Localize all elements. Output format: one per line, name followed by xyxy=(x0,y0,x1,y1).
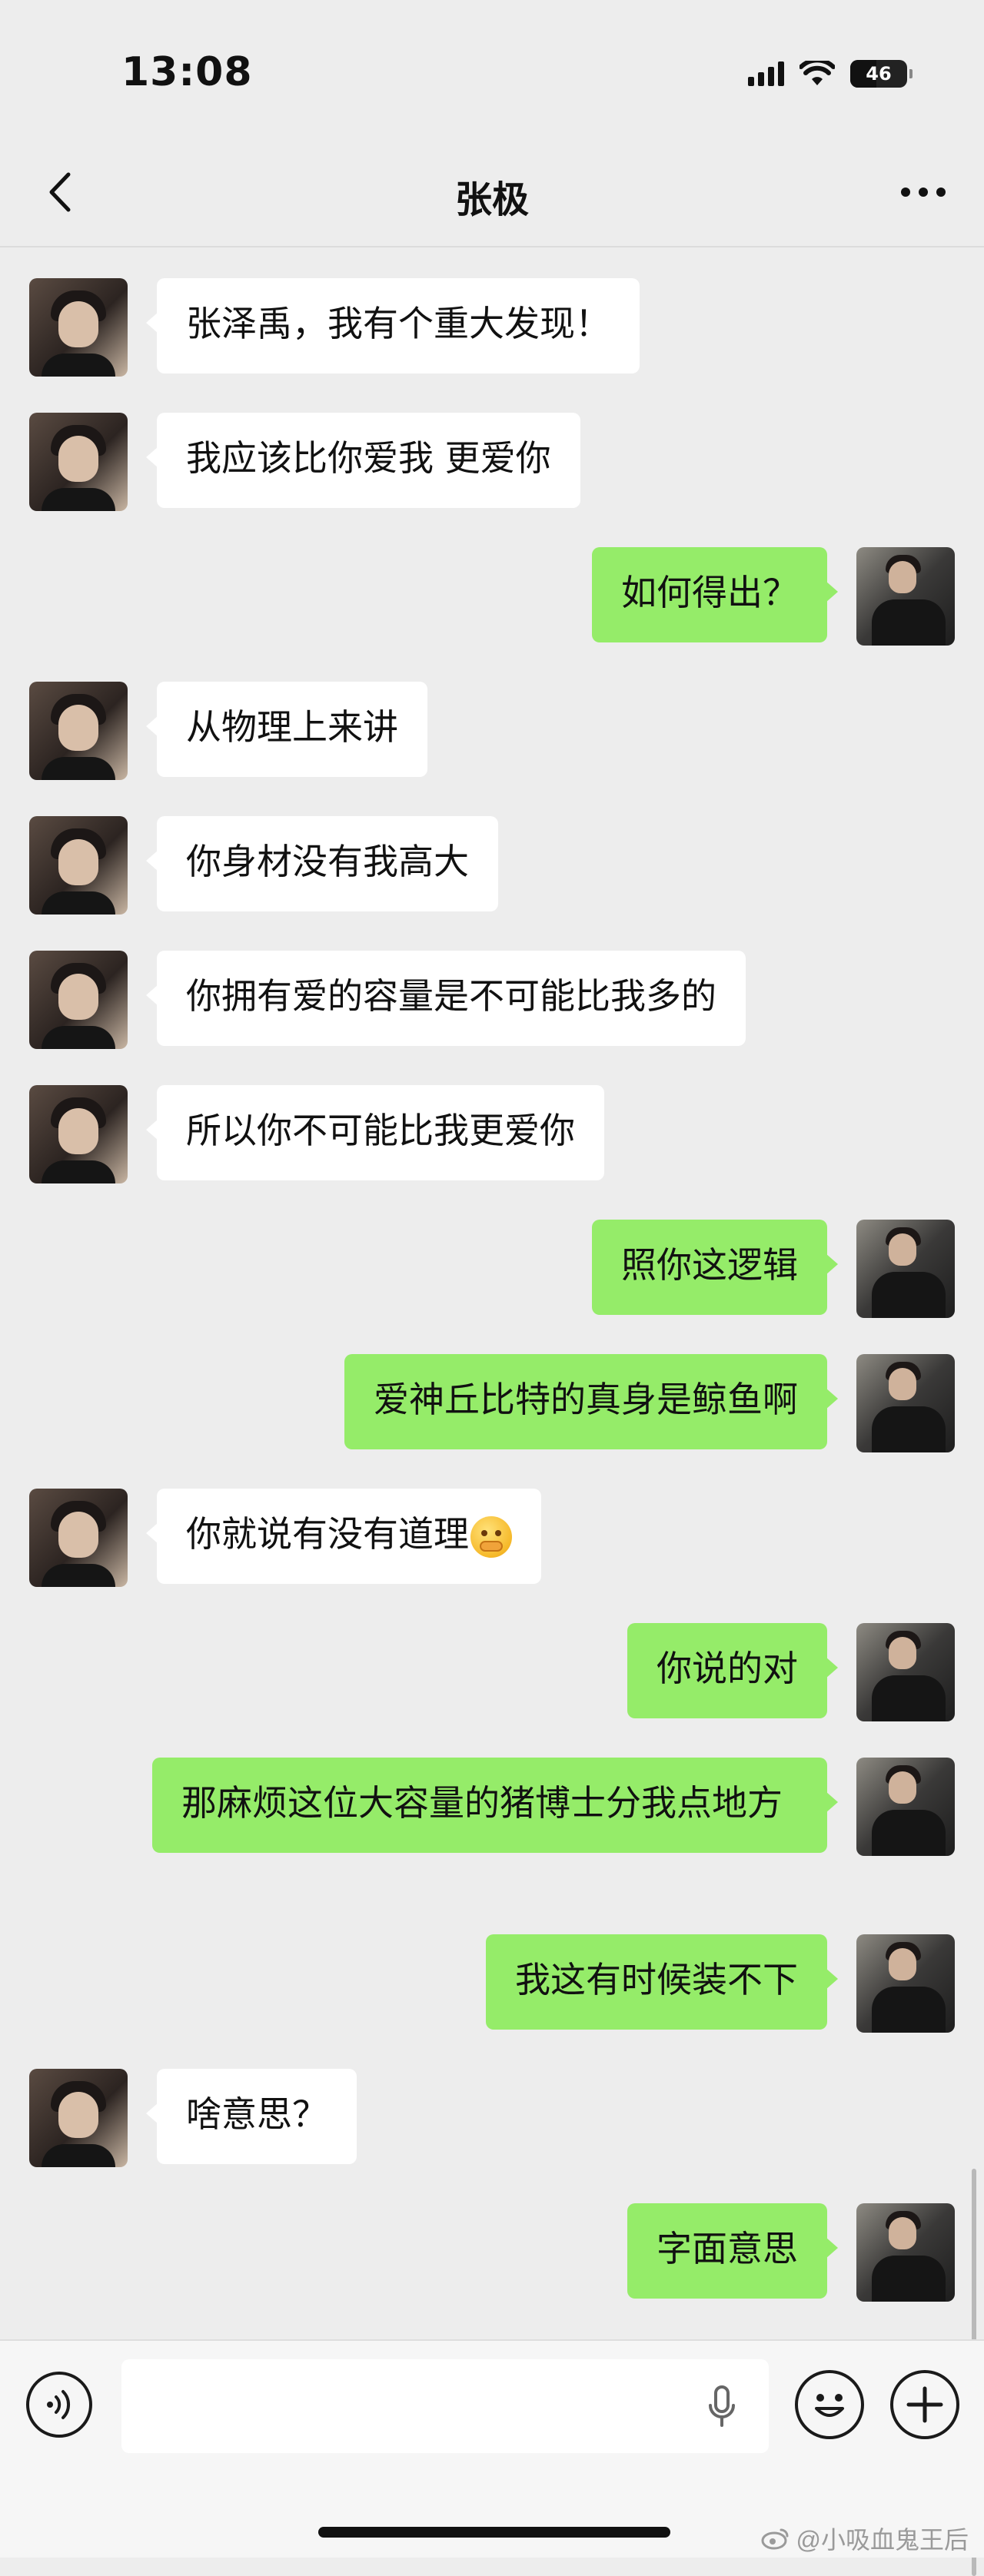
sent-bubble[interactable]: 我这有时候装不下 xyxy=(486,1934,838,2030)
sent-bubble[interactable]: 那麻烦这位大容量的猪博士分我点地方 xyxy=(152,1758,838,1853)
received-bubble[interactable]: 啥意思？ xyxy=(146,2069,357,2164)
received-bubble[interactable]: 你拥有爱的容量是不可能比我多的 xyxy=(146,951,746,1046)
sent-bubble[interactable]: 如何得出？ xyxy=(592,547,838,642)
weibo-icon xyxy=(761,2528,788,2550)
received-bubble[interactable]: 所以你不可能比我更爱你 xyxy=(146,1085,604,1180)
more-icon xyxy=(901,188,946,197)
sent-bubble[interactable]: 爱神丘比特的真身是鲸鱼啊 xyxy=(344,1354,838,1449)
self-avatar[interactable] xyxy=(856,1934,955,2033)
emoji-button[interactable] xyxy=(795,2370,864,2439)
status-bar: 13:08 46 xyxy=(0,0,984,146)
status-icons: 46 xyxy=(748,60,913,88)
self-avatar[interactable] xyxy=(856,547,955,646)
contact-avatar[interactable] xyxy=(29,951,128,1049)
sent-bubble[interactable]: 字面意思 xyxy=(627,2203,838,2299)
contact-avatar[interactable] xyxy=(29,1085,128,1183)
contact-avatar[interactable] xyxy=(29,682,128,780)
contact-avatar[interactable] xyxy=(29,2069,128,2167)
message-input[interactable] xyxy=(121,2359,769,2453)
contact-avatar[interactable] xyxy=(29,1489,128,1587)
signal-icon xyxy=(748,61,784,86)
nav-bar: 张极 xyxy=(0,146,984,247)
microphone-button[interactable] xyxy=(703,2385,741,2428)
self-avatar[interactable] xyxy=(856,1354,955,1452)
self-avatar[interactable] xyxy=(856,1623,955,1721)
contact-avatar[interactable] xyxy=(29,278,128,377)
received-bubble[interactable]: 张泽禹，我有个重大发现！ xyxy=(146,278,640,373)
self-avatar[interactable] xyxy=(856,1758,955,1856)
voice-icon xyxy=(47,2390,71,2419)
plus-icon xyxy=(906,2386,943,2423)
contact-avatar[interactable] xyxy=(29,816,128,915)
message-list[interactable]: 张泽禹，我有个重大发现！ 我应该比你爱我 更爱你 如何得出？ 从物理上来讲 你身… xyxy=(0,247,984,2576)
received-bubble[interactable]: 你就说有没有道理 xyxy=(146,1489,541,1584)
received-bubble[interactable]: 从物理上来讲 xyxy=(146,682,427,777)
battery-level: 46 xyxy=(866,63,892,85)
chat-title: 张极 xyxy=(454,178,529,221)
input-bar: @小吸血鬼王后 xyxy=(0,2339,984,2558)
sent-bubble[interactable]: 照你这逻辑 xyxy=(592,1220,838,1315)
received-bubble[interactable]: 你身材没有我高大 xyxy=(146,816,498,911)
self-avatar[interactable] xyxy=(856,1220,955,1318)
watermark-text: @小吸血鬼王后 xyxy=(796,2526,969,2554)
plus-button[interactable] xyxy=(890,2370,959,2439)
wifi-icon xyxy=(800,61,835,85)
battery-icon: 46 xyxy=(850,60,913,88)
contact-avatar[interactable] xyxy=(29,413,128,511)
sent-bubble[interactable]: 你说的对 xyxy=(627,1623,838,1718)
microphone-icon xyxy=(709,2385,735,2427)
home-indicator[interactable] xyxy=(318,2527,670,2538)
watermark: @小吸血鬼王后 xyxy=(761,2521,969,2556)
message-text: 你就说有没有道理 xyxy=(186,1513,469,1555)
voice-button[interactable] xyxy=(26,2372,92,2438)
emoji-icon xyxy=(815,2394,844,2417)
status-time: 13:08 xyxy=(121,49,253,95)
received-bubble[interactable]: 我应该比你爱我 更爱你 xyxy=(146,413,580,508)
self-avatar[interactable] xyxy=(856,2203,955,2302)
more-button[interactable] xyxy=(896,169,950,215)
hand-over-mouth-emoji-icon xyxy=(470,1515,512,1558)
